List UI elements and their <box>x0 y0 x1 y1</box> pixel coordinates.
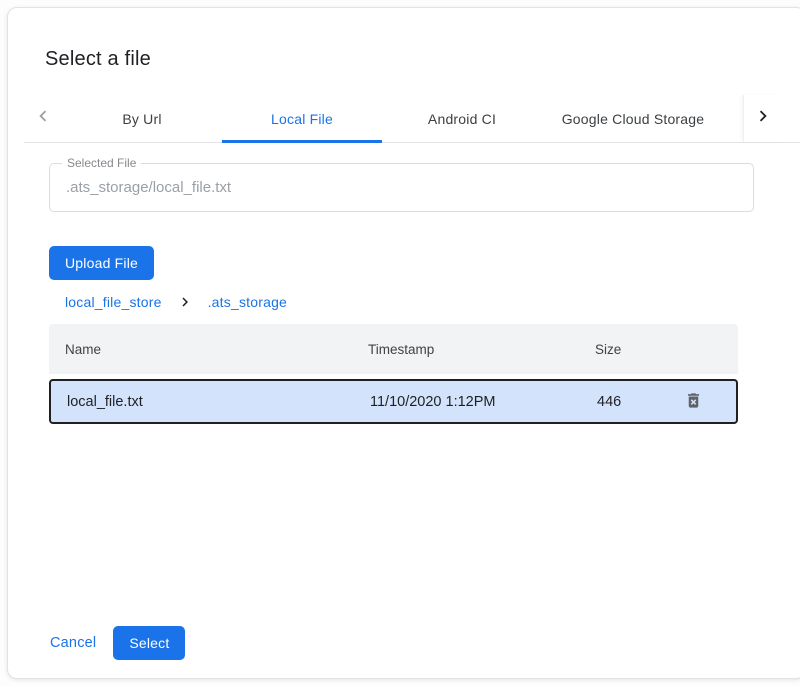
cancel-label: Cancel <box>50 635 96 651</box>
tab-label: By Url <box>122 111 161 127</box>
tab-label: Android CI <box>428 111 496 127</box>
column-header-name: Name <box>49 342 352 357</box>
breadcrumb-item-ats-storage[interactable]: .ats_storage <box>208 294 287 310</box>
chevron-right-icon <box>752 105 774 132</box>
chevron-left-icon <box>32 105 54 132</box>
selected-file-label: Selected File <box>62 156 141 170</box>
file-name-cell: local_file.txt <box>51 394 354 410</box>
tab-bar: By Url Local File Android CI Google Clou… <box>24 95 800 143</box>
tab-label: Google Cloud Storage <box>562 111 705 127</box>
file-timestamp-cell: 11/10/2020 1:12PM <box>354 394 581 410</box>
breadcrumb-chevron-right-icon <box>176 293 194 311</box>
tab-google-cloud-storage[interactable]: Google Cloud Storage <box>542 95 724 142</box>
select-label: Select <box>129 635 169 651</box>
dialog-title: Select a file <box>45 48 800 71</box>
tab-local-file[interactable]: Local File <box>222 95 382 142</box>
column-header-timestamp: Timestamp <box>352 342 579 357</box>
tabs-next-button[interactable] <box>743 95 781 142</box>
table-row[interactable]: local_file.txt 11/10/2020 1:12PM 446 <box>49 379 738 424</box>
select-file-dialog: Select a file By Url Local File Android … <box>7 7 800 679</box>
tab-label: Local File <box>271 111 333 127</box>
table-header-row: Name Timestamp Size <box>49 324 738 374</box>
cancel-button[interactable]: Cancel <box>42 635 104 651</box>
file-size-cell: 446 <box>581 394 650 410</box>
file-row-actions <box>650 389 736 415</box>
breadcrumb-item-local-file-store[interactable]: local_file_store <box>65 294 162 310</box>
tab-android-ci[interactable]: Android CI <box>382 95 542 142</box>
select-button[interactable]: Select <box>113 626 185 660</box>
upload-file-button[interactable]: Upload File <box>49 246 154 280</box>
tab-spacer <box>724 95 743 142</box>
delete-file-button[interactable] <box>680 389 706 415</box>
file-table: Name Timestamp Size local_file.txt 11/10… <box>49 324 738 424</box>
dialog-actions: Cancel Select <box>42 626 185 660</box>
upload-file-label: Upload File <box>65 255 138 271</box>
selected-file-field: Selected File <box>49 163 754 212</box>
delete-forever-icon <box>684 391 703 413</box>
column-header-size: Size <box>579 342 648 357</box>
tab-by-url[interactable]: By Url <box>62 95 222 142</box>
breadcrumb: local_file_store .ats_storage <box>65 293 800 311</box>
selected-file-input[interactable] <box>50 164 753 211</box>
tabs-prev-button[interactable] <box>24 95 62 142</box>
